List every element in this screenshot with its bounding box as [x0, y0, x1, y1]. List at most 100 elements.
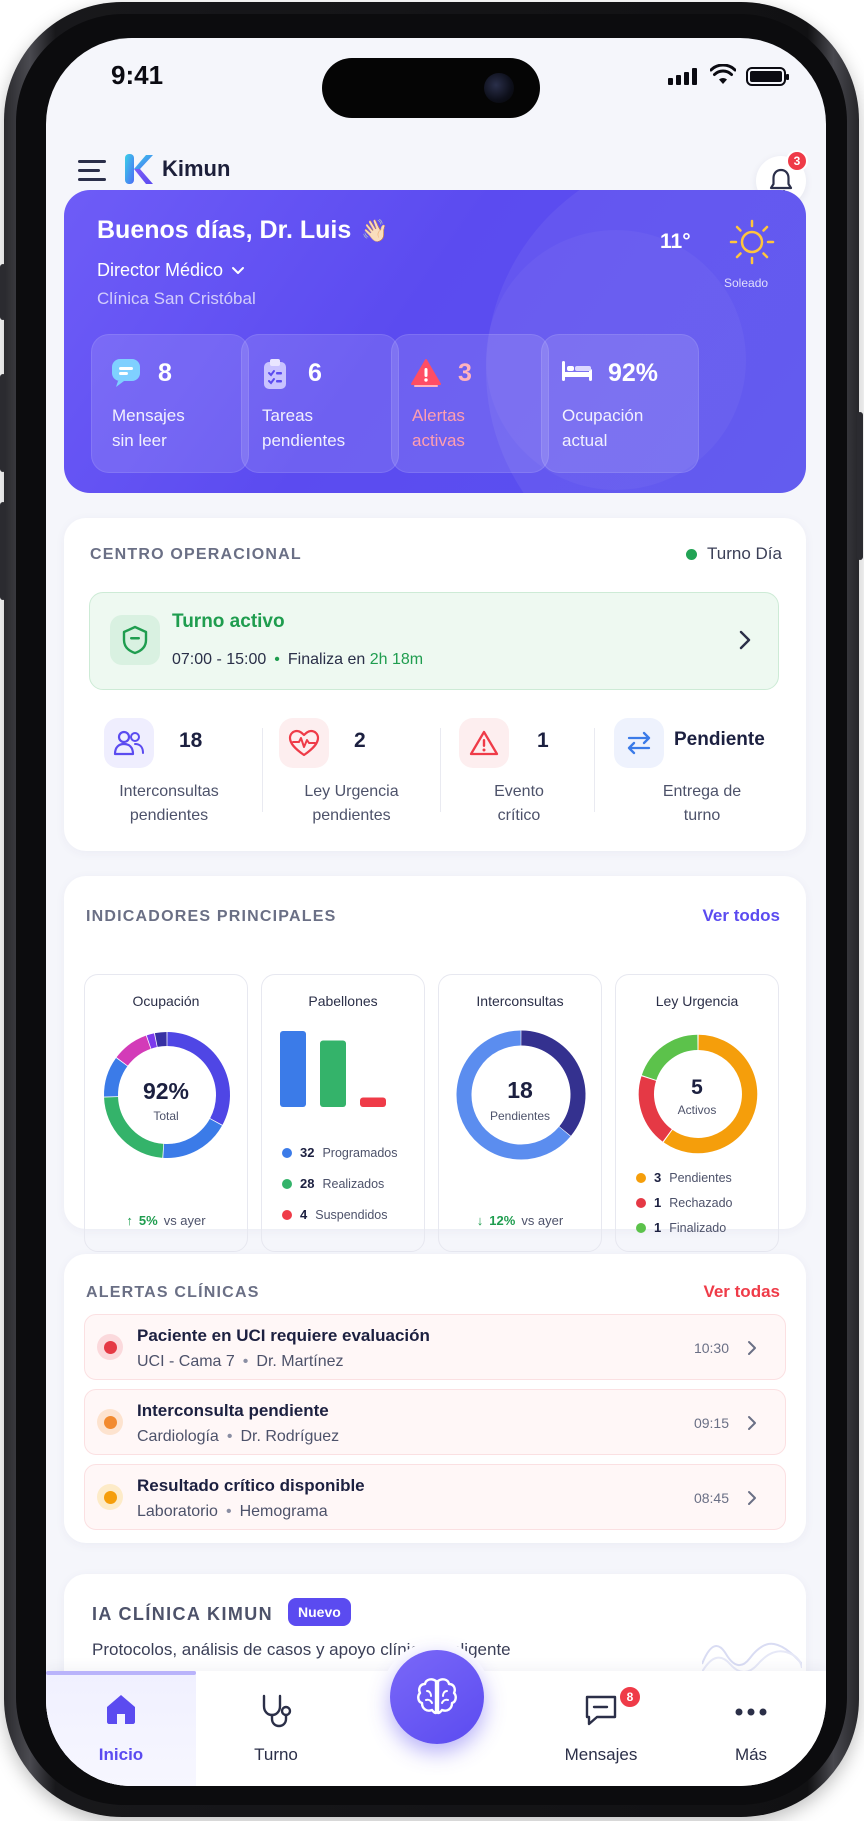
- indicator-occupancy[interactable]: Ocupación 92% Total ↑ 5% vs ayer: [84, 974, 248, 1252]
- screen: 9:41 Kimun 3 Buenos días, Dr. Luis 👋🏻 Di…: [46, 38, 826, 1786]
- section-title: ALERTAS CLÍNICAS: [86, 1284, 260, 1301]
- status-time: 9:41: [111, 60, 164, 90]
- menu-button[interactable]: [78, 160, 106, 182]
- trend-down-icon: ↓: [476, 1213, 484, 1228]
- alert-item[interactable]: Interconsulta pendiente Cardiología • Dr. …: [84, 1389, 786, 1455]
- ops-label-line2: pendientes: [312, 807, 391, 824]
- legend-value: 1: [654, 1220, 662, 1235]
- temperature: 11°: [660, 230, 691, 253]
- power-button: [857, 412, 863, 560]
- ops-label-line2: crítico: [497, 807, 541, 824]
- chevron-right-icon: [748, 1416, 756, 1430]
- ops-icon-wrap: [614, 718, 664, 768]
- severity-indicator: [97, 1334, 123, 1360]
- tab-label: Inicio: [98, 1745, 144, 1764]
- app-logo: Kimun: [124, 153, 230, 185]
- bed-icon: [562, 361, 592, 381]
- severity-dot: [103, 1415, 117, 1429]
- alert-item[interactable]: Paciente en UCI requiere evaluación UCI …: [84, 1314, 786, 1380]
- ops-urgency-law[interactable]: 2 Ley Urgencia pendientes: [269, 718, 434, 828]
- see-all-indicators-link[interactable]: Ver todos: [703, 906, 780, 926]
- stat-label: Ocupación actual: [562, 403, 692, 453]
- center-value: 92%: [142, 1078, 190, 1104]
- tab-messages[interactable]: 8 Mensajes: [526, 1671, 676, 1786]
- notification-badge: 3: [786, 150, 808, 172]
- stat-label: Alertas activas: [412, 403, 542, 453]
- ops-label-line2: turno: [683, 807, 721, 824]
- stat-label-line1: Ocupación: [562, 406, 644, 425]
- camera: [484, 73, 514, 103]
- stat-label-line1: Tareas: [262, 406, 314, 425]
- ops-label-line1: Evento: [494, 783, 544, 800]
- trend-value: 5%: [138, 1213, 158, 1228]
- severity-dot: [103, 1490, 117, 1504]
- indicator-interconsults[interactable]: Interconsultas 18 Pendientes ↓ 12% vs ayer: [438, 974, 602, 1252]
- donut-segment: [146, 1033, 158, 1049]
- donut-segment: [154, 1032, 167, 1047]
- legend-dot: [282, 1178, 292, 1189]
- stat-value: 92%: [608, 359, 659, 387]
- stat-messages[interactable]: 8 Mensajes sin leer: [91, 334, 249, 473]
- indicator-title: Pabellones: [308, 993, 378, 1009]
- active-shift-banner[interactable]: Turno activo 07:00 - 15:00 • Finaliza en 2…: [89, 592, 779, 690]
- stat-label-line2: pendientes: [262, 431, 346, 450]
- donut-segment: [116, 1035, 151, 1066]
- ops-critical-event[interactable]: 1 Evento crítico: [449, 718, 589, 828]
- stat-occupancy[interactable]: 92% Ocupación actual: [541, 334, 699, 473]
- indicator-urgency-law[interactable]: Ley Urgencia 5 Activos 3 Pendientes 1 Rech…: [615, 974, 779, 1252]
- tab-more[interactable]: Más: [676, 1671, 826, 1786]
- legend-item: 32 Programados: [282, 1145, 398, 1160]
- stat-label-line1: Alertas: [412, 406, 465, 425]
- stat-tasks[interactable]: 6 Tareas pendientes: [241, 334, 399, 473]
- legend-dot: [282, 1147, 292, 1158]
- indicators-card: INDICADORES PRINCIPALES Ver todos Ocupac…: [64, 876, 806, 1252]
- see-all-alerts-link[interactable]: Ver todas: [703, 1282, 780, 1302]
- role-selector[interactable]: Director Médico: [97, 260, 245, 281]
- messages-badge: 8: [618, 1685, 642, 1709]
- legend-value: 32: [300, 1145, 315, 1160]
- ops-label-line1: Entrega de: [662, 783, 742, 800]
- divider: [262, 728, 263, 812]
- tab-home[interactable]: Inicio: [46, 1671, 196, 1786]
- donut-segment: [104, 1096, 164, 1158]
- clinic-name: Clínica San Cristóbal: [97, 289, 256, 308]
- alert-item[interactable]: Resultado crítico disponible Laboratorio…: [84, 1464, 786, 1530]
- stat-alerts[interactable]: 3 Alertas activas: [391, 334, 549, 473]
- indicator-pavilions[interactable]: Pabellones 32 Programados 28 Realizados 4S…: [261, 974, 425, 1252]
- ops-label-line1: Interconsultas: [119, 783, 219, 800]
- ops-shift-handover[interactable]: Pendiente Entrega de turno: [604, 718, 794, 828]
- warning-icon: [469, 730, 499, 756]
- shift-label: Turno Día: [707, 544, 782, 563]
- shift-ends-prefix: Finaliza en: [287, 651, 366, 668]
- ops-label: Ley Urgencia pendientes: [269, 780, 434, 828]
- shift-indicator: Turno Día: [686, 544, 782, 564]
- welcome-card: Buenos días, Dr. Luis 👋🏻 Director Médico…: [64, 190, 806, 493]
- shield-message-icon: [122, 625, 148, 655]
- dot-separator: •: [225, 1503, 232, 1520]
- new-badge: Nuevo: [288, 1598, 351, 1626]
- alert-location: Cardiología: [137, 1428, 219, 1445]
- legend-dot: [636, 1172, 646, 1183]
- clinical-alerts-card: ALERTAS CLÍNICAS Ver todas Paciente en U…: [64, 1254, 806, 1543]
- wifi-icon: [710, 64, 736, 84]
- indicator-title: Ley Urgencia: [655, 993, 739, 1009]
- bar: [360, 1097, 386, 1107]
- ops-label-line1: Ley Urgencia: [304, 783, 399, 800]
- ai-title: IA CLÍNICA KIMUN: [92, 1604, 274, 1624]
- message-icon: [585, 1695, 617, 1726]
- legend-item: 4 Suspendidos: [282, 1207, 388, 1222]
- ai-assistant-button[interactable]: [390, 1650, 484, 1744]
- alert-subtitle: Laboratorio • Hemograma: [137, 1503, 328, 1521]
- legend-label: Finalizado: [669, 1220, 727, 1235]
- home-icon: [107, 1695, 135, 1724]
- chevron-down-icon: [232, 266, 245, 274]
- ops-interconsults[interactable]: 18 Interconsultas pendientes: [84, 718, 254, 828]
- ops-icon-wrap: [279, 718, 329, 768]
- legend-label: Programados: [322, 1145, 398, 1160]
- clipboard-icon: [264, 359, 286, 389]
- tab-label: Más: [734, 1745, 768, 1764]
- ops-label: Interconsultas pendientes: [84, 780, 254, 828]
- tab-shift[interactable]: Turno: [201, 1671, 351, 1786]
- alert-icon: [411, 359, 441, 387]
- legend-value: 3: [654, 1170, 662, 1185]
